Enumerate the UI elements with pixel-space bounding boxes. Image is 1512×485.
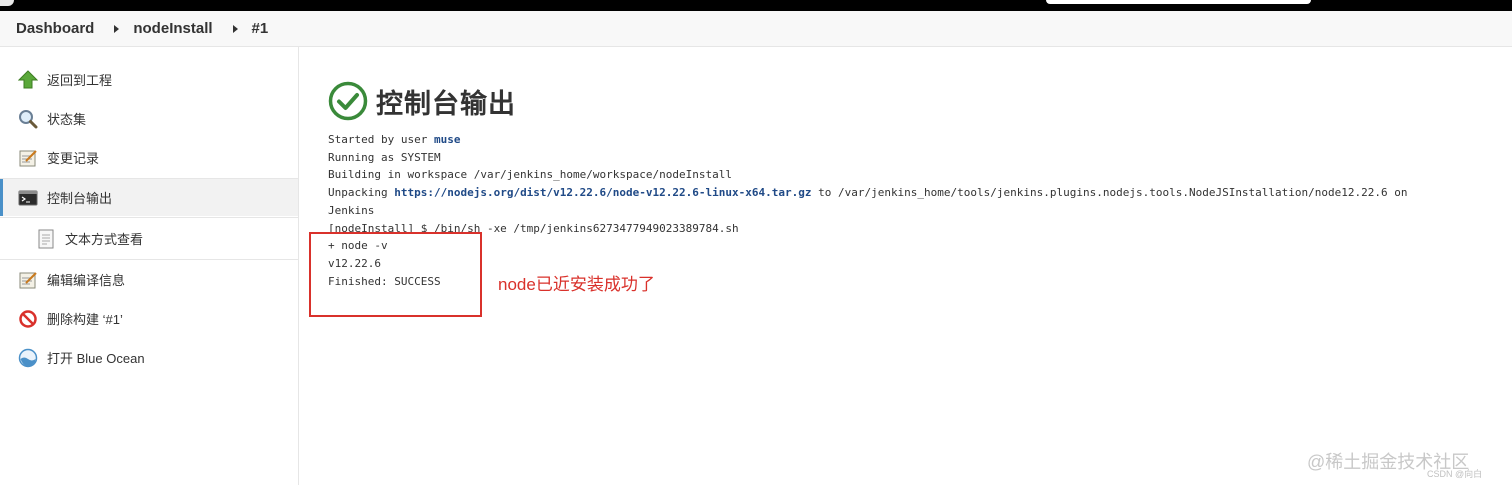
- console-line: to /var/jenkins_home/tools/jenkins.plugi…: [811, 186, 1408, 200]
- sidebar-item-label: 变更记录: [47, 151, 100, 166]
- breadcrumb-build[interactable]: #1: [252, 20, 269, 37]
- console-line: Jenkins: [328, 203, 375, 217]
- sidebar-item-view-as-plain-text[interactable]: 文本方式查看: [0, 220, 298, 257]
- console-line: Unpacking: [328, 186, 395, 200]
- sidebar-item-edit-build-info[interactable]: 编辑编译信息: [0, 261, 298, 298]
- top-header-bar: [0, 0, 1512, 11]
- console-line: Running as SYSTEM: [328, 150, 441, 164]
- breadcrumb: Dashboard nodeInstall #1: [0, 11, 1512, 47]
- blue-ocean-icon: [18, 348, 38, 368]
- chevron-right-icon[interactable]: [232, 24, 238, 33]
- up-arrow-icon: [17, 69, 39, 90]
- annotation-text: node已近安装成功了: [498, 275, 655, 294]
- breadcrumb-dashboard[interactable]: Dashboard: [16, 20, 94, 37]
- search-icon: [18, 109, 38, 129]
- notepad-icon: [18, 148, 38, 168]
- sidebar-item-label: 打开 Blue Ocean: [47, 351, 145, 366]
- sidebar-item-label: 文本方式查看: [65, 232, 144, 247]
- divider: [0, 259, 298, 260]
- sidebar-item-console-output[interactable]: 控制台输出: [0, 179, 298, 216]
- notepad-icon: [18, 270, 38, 290]
- divider: [0, 217, 298, 218]
- page-header: 控制台输出: [328, 81, 516, 121]
- sidebar-item-delete-build[interactable]: 删除构建 ‘#1’: [0, 300, 298, 337]
- sidebar-item-changes[interactable]: 变更记录: [0, 139, 298, 176]
- console-line: Started by user: [328, 133, 434, 146]
- console-output: Started by user muse Running as SYSTEM B…: [328, 131, 1498, 290]
- search-input[interactable]: [1046, 0, 1311, 4]
- document-icon: [36, 229, 56, 249]
- nodejs-download-link[interactable]: https://nodejs.org/dist/v12.22.6/node-v1…: [394, 186, 811, 199]
- sidebar-item-label: 删除构建 ‘#1’: [47, 312, 123, 327]
- watermark-sub: CSDN @向白: [1427, 469, 1483, 479]
- page-title: 控制台输出: [376, 88, 516, 119]
- breadcrumb-job[interactable]: nodeInstall: [133, 20, 212, 37]
- delete-icon: [18, 309, 38, 329]
- sidebar-item-label: 编辑编译信息: [47, 273, 126, 288]
- sidebar-item-label: 返回到工程: [47, 73, 113, 88]
- sidebar-item-label: 控制台输出: [47, 191, 113, 206]
- user-link[interactable]: muse: [434, 133, 461, 146]
- jenkins-logo[interactable]: [0, 0, 14, 6]
- terminal-icon: [18, 188, 38, 208]
- sidebar-item-label: 状态集: [47, 112, 87, 127]
- success-check-icon: [328, 81, 368, 121]
- sidebar-item-open-blue-ocean[interactable]: 打开 Blue Ocean: [0, 339, 298, 376]
- highlight-box: [309, 232, 482, 317]
- chevron-right-icon[interactable]: [114, 24, 120, 33]
- sidebar-item-back-to-project[interactable]: 返回到工程: [0, 61, 298, 98]
- sidebar: 返回到工程 状态集 变更记录 控制台输出 文本方式查看 编辑编译信息 删除构建 …: [0, 47, 299, 485]
- console-line: Building in workspace /var/jenkins_home/…: [328, 168, 732, 182]
- sidebar-item-status[interactable]: 状态集: [0, 100, 298, 137]
